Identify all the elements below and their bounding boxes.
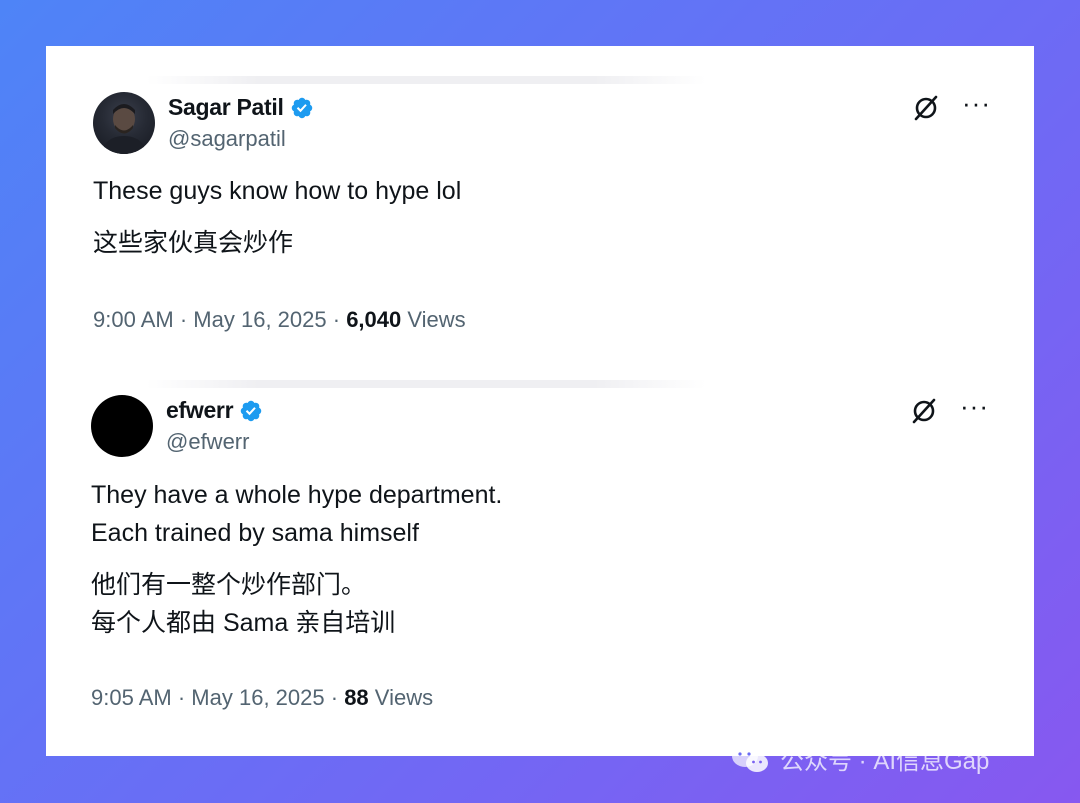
author-name-row: Sagar Patil xyxy=(168,94,314,121)
tweet-text-english: They have a whole hype department. Each … xyxy=(91,481,503,547)
grok-icon[interactable] xyxy=(910,397,938,425)
views-label: Views xyxy=(407,307,466,332)
tweet-time[interactable]: 9:05 AM xyxy=(91,685,172,710)
display-name[interactable]: Sagar Patil xyxy=(168,94,284,121)
more-options-icon[interactable]: ··· xyxy=(962,90,991,116)
author-handle[interactable]: @sagarpatil xyxy=(168,126,286,152)
watermark: 公众号 · AI信息Gap xyxy=(730,741,989,776)
wechat-icon xyxy=(732,744,768,772)
tweet-text: They have a whole hype department. Each … xyxy=(91,476,502,642)
tweet-text-chinese: 这些家伙真会炒作 xyxy=(93,229,294,257)
avatar-photo-icon xyxy=(101,104,147,154)
tweet-time[interactable]: 9:00 AM xyxy=(93,307,174,332)
meta-separator: · xyxy=(330,685,339,710)
views-count: 88 xyxy=(344,685,369,710)
tweet-date[interactable]: May 16, 2025 xyxy=(191,685,324,710)
views-label: Views xyxy=(374,685,434,710)
watermark-text: 公众号 · AI信息Gap xyxy=(780,748,990,775)
tweet-actions: ··· xyxy=(912,90,991,122)
verified-badge-icon xyxy=(240,400,262,421)
views-count: 6,040 xyxy=(346,307,402,332)
meta-separator: · xyxy=(177,685,186,710)
tweet-divider xyxy=(146,76,706,84)
verified-badge-icon xyxy=(291,97,312,118)
tweet-2: efwerr @efwerr ··· They have a whole hyp… xyxy=(46,380,1034,740)
avatar[interactable] xyxy=(93,92,155,154)
tweet-text-chinese: 他们有一整个炒作部门。 每个人都由 Sama 亲自培训 xyxy=(91,571,396,637)
tweet-actions: ··· xyxy=(910,393,989,425)
author-name-row: efwerr xyxy=(166,397,263,424)
tweet-text: These guys know how to hype lol 这些家伙真会炒作 xyxy=(93,172,461,262)
tweets-card: Sagar Patil @sagarpatil ··· These guys k… xyxy=(46,46,1034,756)
grok-icon[interactable] xyxy=(912,94,940,122)
meta-separator: · xyxy=(332,307,341,332)
tweet-1: Sagar Patil @sagarpatil ··· These guys k… xyxy=(46,76,1034,366)
tweet-meta: 9:05 AM · May 16, 2025 · 88 Views xyxy=(91,685,433,711)
more-options-icon[interactable]: ··· xyxy=(960,393,989,419)
meta-separator: · xyxy=(179,307,188,332)
display-name[interactable]: efwerr xyxy=(166,397,234,424)
tweet-divider xyxy=(146,380,706,388)
author-handle[interactable]: @efwerr xyxy=(166,429,249,455)
avatar[interactable] xyxy=(91,395,153,457)
tweet-date[interactable]: May 16, 2025 xyxy=(193,307,326,332)
tweet-meta: 9:00 AM · May 16, 2025 · 6,040 Views xyxy=(93,307,466,333)
tweet-text-english: These guys know how to hype lol xyxy=(93,177,462,205)
